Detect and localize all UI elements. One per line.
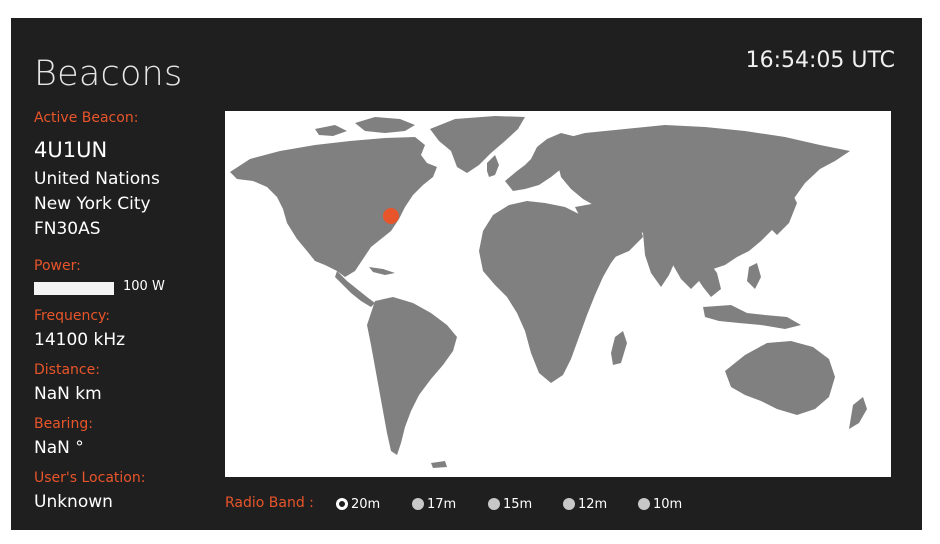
philippines (747, 263, 761, 289)
beacon-grid-locator: FN30AS (34, 219, 101, 239)
madagascar (611, 331, 627, 365)
band-option-label: 10m (653, 496, 683, 512)
radio-button[interactable] (563, 498, 575, 510)
power-value: 100 W (123, 279, 165, 294)
radio-button[interactable] (638, 498, 650, 510)
band-option-label: 20m (351, 496, 381, 512)
land-masses (230, 116, 867, 468)
antarctic-islands (431, 461, 447, 468)
frequency-value: 14100 kHz (34, 330, 126, 350)
band-option-12m[interactable]: 12m (563, 494, 607, 514)
uk (487, 155, 499, 177)
beacon-name: United Nations (34, 169, 160, 189)
radio-band-label: Radio Band : (225, 495, 314, 511)
power-label: Power: (34, 258, 81, 274)
radio-button-checked[interactable] (336, 498, 348, 510)
band-option-17m[interactable]: 17m (412, 494, 456, 514)
distance-label: Distance: (34, 362, 100, 378)
app-window: Beacons 16:54:05 UTC Active Beacon: 4U1U… (11, 18, 922, 530)
band-option-label: 17m (427, 496, 457, 512)
new-zealand (849, 397, 867, 429)
frequency-label: Frequency: (34, 308, 111, 324)
active-beacon-label: Active Beacon: (34, 110, 139, 126)
arctic-islands (315, 117, 415, 136)
distance-value: NaN km (34, 384, 102, 404)
radio-button[interactable] (412, 498, 424, 510)
cuba (369, 267, 395, 275)
australia (725, 341, 835, 415)
user-location-value: Unknown (34, 492, 113, 512)
band-option-10m[interactable]: 10m (638, 494, 682, 514)
bearing-value: NaN ° (34, 438, 84, 458)
north-america (230, 137, 437, 277)
beacon-location-marker[interactable] (383, 208, 399, 224)
beacon-city: New York City (34, 194, 151, 214)
radio-button[interactable] (488, 498, 500, 510)
power-bar (34, 282, 114, 295)
radio-band-selector: Radio Band : 20m 17m 15m 12m 10m (225, 494, 785, 514)
bearing-label: Bearing: (34, 416, 93, 432)
world-map[interactable] (225, 111, 891, 477)
utc-clock: 16:54:05 UTC (745, 48, 895, 73)
beacon-callsign: 4U1UN (34, 138, 108, 162)
page-title: Beacons (34, 54, 183, 94)
band-option-label: 15m (503, 496, 533, 512)
south-america (367, 297, 457, 455)
band-option-15m[interactable]: 15m (488, 494, 532, 514)
band-option-label: 12m (578, 496, 608, 512)
user-location-label: User's Location: (34, 470, 146, 486)
central-america (335, 271, 375, 307)
world-map-svg (230, 116, 867, 468)
band-option-20m[interactable]: 20m (336, 494, 380, 514)
indonesia (703, 305, 801, 329)
